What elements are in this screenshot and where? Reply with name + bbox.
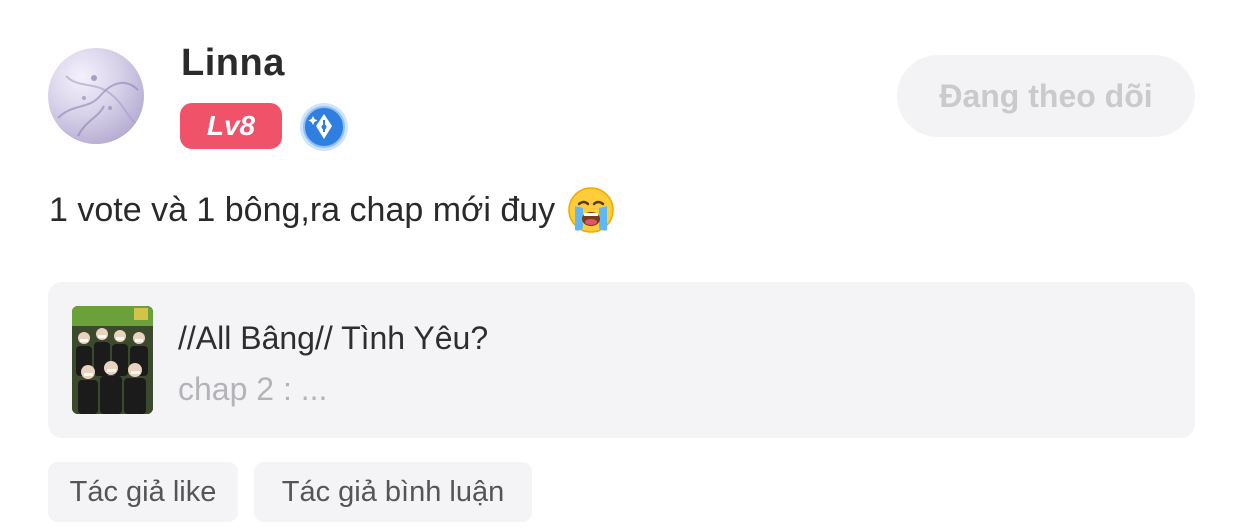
story-title: //All Bâng// Tình Yêu? [178, 320, 489, 356]
tag-author-comment[interactable]: Tác giả bình luận [254, 462, 532, 522]
level-badge: Lv8 [180, 103, 282, 149]
author-avatar[interactable] [48, 48, 144, 144]
story-cover-image [72, 306, 153, 414]
post-text: 1 vote và 1 bông,ra chap mới đuy [49, 190, 556, 229]
avatar-image [57, 75, 139, 137]
tag-author-like[interactable]: Tác giả like [48, 462, 238, 522]
linked-story-card[interactable]: //All Bâng// Tình Yêu? chap 2 : ... [48, 282, 1195, 438]
crying-face-icon [567, 186, 615, 234]
story-chapter: chap 2 : ... [178, 371, 328, 407]
post-card: Linna Lv8 Đang theo dõi 1 vote và 1 bông… [0, 0, 1242, 532]
author-name[interactable]: Linna [181, 42, 285, 85]
pen-nib-badge-icon [299, 102, 349, 152]
follow-button[interactable]: Đang theo dõi [897, 55, 1195, 137]
post-content: 1 vote và 1 bông,ra chap mới đuy [49, 186, 615, 234]
